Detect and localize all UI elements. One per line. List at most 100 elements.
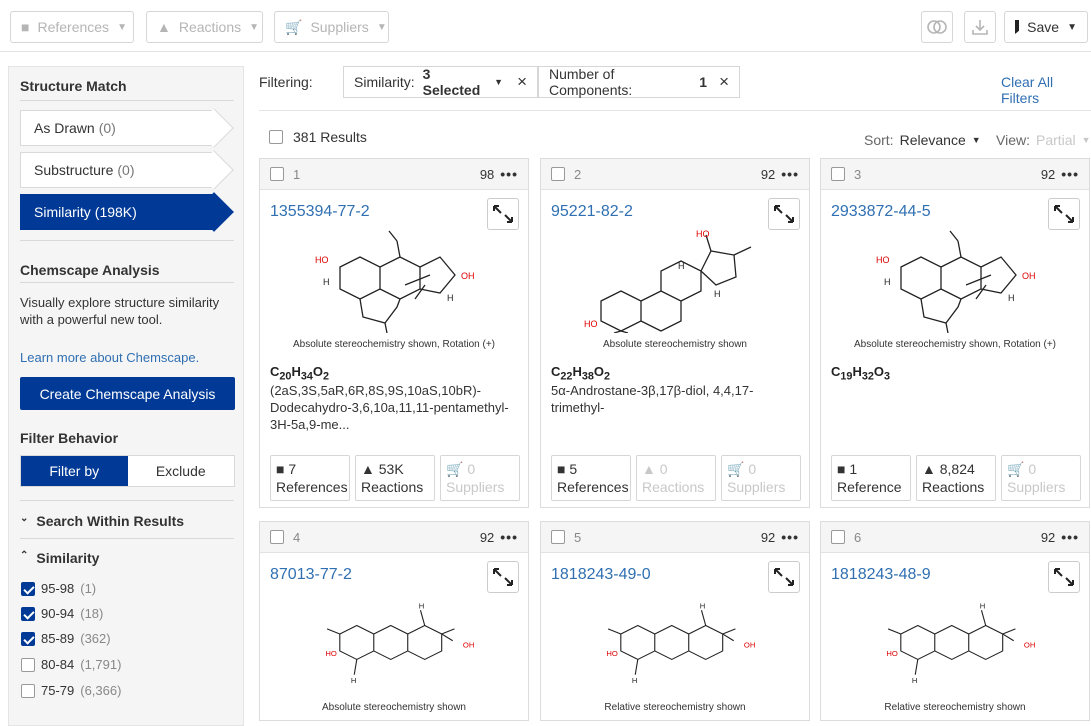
similarity-range-90-94[interactable]: 90-94 (18): [21, 606, 103, 621]
reactions-button[interactable]: ▲ Reactions ▼: [146, 11, 263, 43]
card-header: 4 92 •••: [260, 522, 528, 553]
checkbox[interactable]: [551, 530, 565, 544]
divider: [20, 282, 234, 283]
sort-control[interactable]: Sort: Relevance ▼: [864, 132, 981, 148]
expand-button[interactable]: [487, 198, 519, 230]
similarity-range-95-98[interactable]: 95-98 (1): [21, 581, 96, 596]
reactions-count-button[interactable]: ▲ 8,824 Reactions: [916, 455, 996, 501]
similarity-range-85-89[interactable]: 85-89 (362): [21, 631, 111, 646]
references-count-button[interactable]: ■ 7 References: [270, 455, 350, 501]
svg-text:H: H: [678, 261, 685, 271]
more-options-icon[interactable]: •••: [1061, 529, 1079, 545]
close-icon[interactable]: ×: [517, 72, 527, 92]
checkbox[interactable]: [21, 631, 35, 646]
structure-image: HO OH H H: [606, 601, 755, 685]
result-card[interactable]: 4 92 ••• 87013-77-2 HO OH H H Absolute s…: [259, 521, 529, 721]
expand-icon: [493, 205, 513, 223]
suppliers-button[interactable]: 🛒 Suppliers ▼: [274, 11, 389, 43]
cas-number-link[interactable]: 1818243-48-9: [831, 566, 931, 584]
top-toolbar: ■ References ▼ ▲ Reactions ▼ 🛒 Suppliers…: [0, 0, 1091, 52]
result-card[interactable]: 2 92 ••• 95221-82-2 HO HO H H Absolute s…: [540, 158, 810, 508]
view-control[interactable]: View: Partial ▼: [996, 132, 1091, 148]
checkbox[interactable]: [269, 130, 283, 144]
more-options-icon[interactable]: •••: [781, 166, 799, 182]
expand-icon: [1054, 568, 1074, 586]
download-button[interactable]: [964, 11, 996, 43]
result-card[interactable]: 6 92 ••• 1818243-48-9 HO OH H H Relative…: [820, 521, 1090, 721]
checkbox[interactable]: [831, 167, 845, 181]
close-icon[interactable]: ×: [719, 72, 729, 92]
create-chemscape-button[interactable]: Create Chemscape Analysis: [20, 377, 235, 410]
svg-text:HO: HO: [584, 319, 598, 329]
components-filter-chip[interactable]: Number of Components: 1 ×: [538, 66, 740, 98]
result-card[interactable]: 1 98 ••• 1355394-77-2 HO OH H H Absolute…: [259, 158, 529, 508]
checkbox[interactable]: [21, 657, 35, 672]
substance-name: (2aS,3S,5aR,6R,8S,9S,10aS,10bR)-Dodecahy…: [270, 383, 509, 432]
clear-all-filters-link[interactable]: Clear All Filters: [1001, 74, 1091, 106]
stereo-note: Relative stereochemistry shown: [604, 702, 746, 713]
more-options-icon[interactable]: •••: [500, 529, 518, 545]
compare-button[interactable]: [921, 11, 953, 43]
similarity-filter-chip[interactable]: Similarity: 3 Selected ▼ ×: [343, 66, 538, 98]
suppliers-count-button[interactable]: 🛒 0 Suppliers: [440, 455, 520, 501]
cart-icon: 🛒: [446, 461, 464, 477]
reactions-count-button[interactable]: ▲ 53K Reactions: [355, 455, 435, 501]
chevron-down-icon: ▼: [376, 21, 387, 33]
references-button[interactable]: ■ References ▼: [10, 11, 134, 43]
structure-image: HO OH H H: [325, 601, 474, 685]
svg-text:HO: HO: [696, 229, 710, 239]
checkbox[interactable]: [270, 167, 284, 181]
checkbox[interactable]: [21, 581, 35, 596]
svg-text:H: H: [1008, 293, 1015, 303]
expand-button[interactable]: [1048, 198, 1080, 230]
filter-by-button[interactable]: Filter by: [21, 456, 128, 486]
similarity-section-toggle[interactable]: ⌃ Similarity: [20, 550, 99, 566]
structure-image: HO OH H H: [876, 230, 1036, 333]
result-card[interactable]: 5 92 ••• 1818243-49-0 HO OH H H Relative…: [540, 521, 810, 721]
checkbox[interactable]: [21, 606, 35, 621]
similarity-option[interactable]: Similarity (198K): [20, 194, 215, 230]
save-button[interactable]: Save ▼: [1004, 11, 1088, 43]
cas-number-link[interactable]: 87013-77-2: [270, 566, 352, 584]
substructure-option[interactable]: Substructure (0): [20, 152, 215, 188]
more-options-icon[interactable]: •••: [1061, 166, 1079, 182]
flask-icon: ▲: [922, 461, 936, 477]
expand-button[interactable]: [487, 561, 519, 593]
cas-number-link[interactable]: 2933872-44-5: [831, 203, 931, 221]
expand-button[interactable]: [768, 561, 800, 593]
cas-number-link[interactable]: 1818243-49-0: [551, 566, 651, 584]
references-count-button[interactable]: ■ 5 References: [551, 455, 631, 501]
similarity-range-75-79[interactable]: 75-79 (6,366): [21, 683, 121, 698]
cas-number-link[interactable]: 95221-82-2: [551, 203, 633, 221]
similarity-range-80-84[interactable]: 80-84 (1,791): [21, 657, 121, 672]
checkbox[interactable]: [270, 530, 284, 544]
card-header: 3 92 •••: [821, 159, 1089, 190]
exclude-button[interactable]: Exclude: [128, 456, 235, 486]
chemscape-heading: Chemscape Analysis: [20, 262, 160, 278]
expand-button[interactable]: [768, 198, 800, 230]
filtering-label: Filtering:: [259, 74, 313, 90]
checkbox[interactable]: [831, 530, 845, 544]
as-drawn-option[interactable]: As Drawn (0): [20, 110, 215, 146]
svg-text:OH: OH: [461, 271, 475, 281]
reactions-count-button[interactable]: ▲ 0 Reactions: [636, 455, 716, 501]
checkbox[interactable]: [551, 167, 565, 181]
search-within-toggle[interactable]: ⌄ Search Within Results: [20, 513, 184, 529]
more-options-icon[interactable]: •••: [500, 166, 518, 182]
chevron-down-icon: ▼: [494, 77, 504, 87]
suppliers-count-button[interactable]: 🛒 0 Suppliers: [1001, 455, 1081, 501]
molecular-formula: C19H32O3: [831, 364, 891, 383]
references-count-button[interactable]: ■ 1 Reference: [831, 455, 911, 501]
expand-button[interactable]: [1048, 561, 1080, 593]
divider: [259, 110, 1091, 111]
select-all-results[interactable]: 381 Results: [269, 129, 367, 145]
expand-icon: [1054, 205, 1074, 223]
more-options-icon[interactable]: •••: [781, 529, 799, 545]
suppliers-count-button[interactable]: 🛒 0 Suppliers: [721, 455, 801, 501]
result-card[interactable]: 3 92 ••• 2933872-44-5 HO OH H H Absolute…: [820, 158, 1090, 508]
cas-number-link[interactable]: 1355394-77-2: [270, 203, 370, 221]
structure-image: HO OH H H: [315, 230, 475, 333]
chemscape-learn-more-link[interactable]: Learn more about Chemscape.: [20, 350, 199, 365]
expand-icon: [774, 568, 794, 586]
checkbox[interactable]: [21, 683, 35, 698]
